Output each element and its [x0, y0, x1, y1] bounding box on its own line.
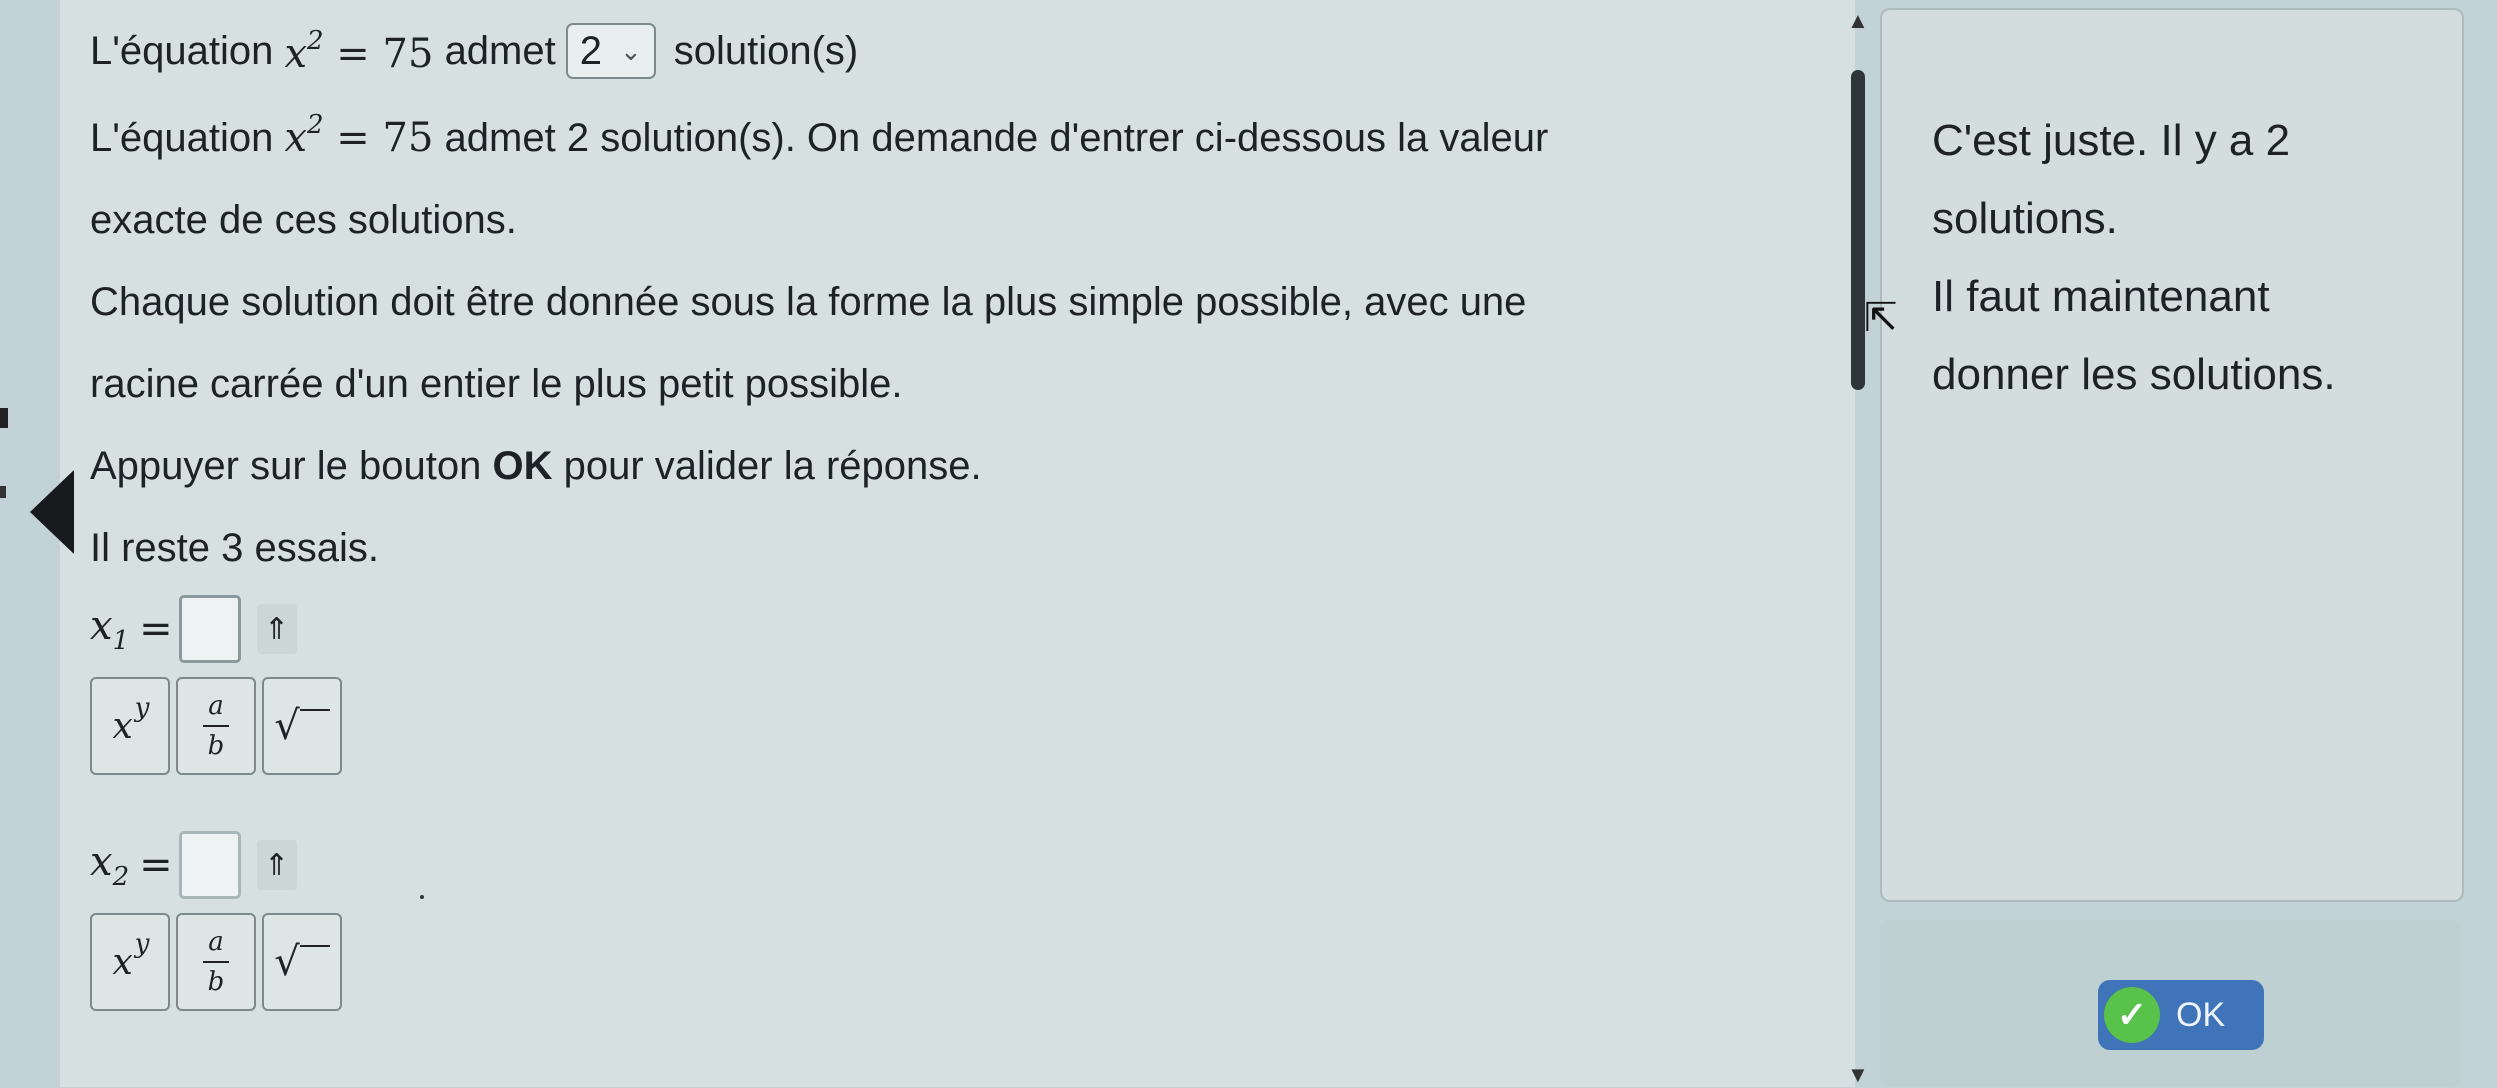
instruction-line: racine carrée d'un entier le plus petit …: [90, 362, 903, 406]
exercise-body: L'équation x2 = 75 admet 2 ⌄ solution(s)…: [90, 18, 1830, 1011]
instructions: L'équation x2 = 75 admet 2 solution(s). …: [90, 84, 1830, 589]
power-button[interactable]: xy: [90, 913, 170, 1011]
math-toolbar-2: xy ab √: [90, 913, 1830, 1011]
ok-button[interactable]: ✓ OK: [2098, 980, 2264, 1050]
instruction-line: exacte de ces solutions.: [90, 198, 517, 242]
toolbar-toggle-icon[interactable]: ⇑: [256, 840, 297, 890]
collapse-arrow-icon[interactable]: [30, 470, 74, 554]
title-equation: x2 = 75: [284, 25, 434, 77]
instruction-line: Chaque solution doit être donnée sous la…: [90, 280, 1527, 324]
power-button[interactable]: xy: [90, 677, 170, 775]
question-title: L'équation x2 = 75 admet 2 ⌄ solution(s): [90, 18, 1830, 84]
check-icon: ✓: [2104, 987, 2160, 1043]
title-mid: admet: [444, 28, 556, 73]
answer-row-1: x1 = ⇑: [90, 589, 1830, 669]
fraction-button[interactable]: ab: [176, 913, 256, 1011]
stray-dot: [420, 895, 424, 899]
answer-label-2: x2: [90, 838, 130, 892]
feedback-panel: C'est juste. Il y a 2 solutions. Il faut…: [1880, 8, 2464, 902]
exercise-panel: L'équation x2 = 75 admet 2 ⌄ solution(s)…: [60, 0, 1855, 1087]
sqrt-button[interactable]: √: [262, 913, 342, 1011]
fraction-button[interactable]: ab: [176, 677, 256, 775]
chevron-down-icon: ⌄: [619, 35, 642, 66]
answer-input-1[interactable]: [178, 595, 241, 663]
feedback-text: C'est juste. Il y a 2 solutions. Il faut…: [1932, 116, 2336, 399]
solution-count-select[interactable]: 2 ⌄: [565, 23, 656, 79]
instruction-line: Appuyer sur le bouton OK pour valider la…: [90, 444, 982, 488]
answer-label-1: x1: [90, 602, 130, 656]
title-suffix: solution(s): [673, 28, 859, 73]
answer-row-2: x2 = ⇑: [90, 825, 1830, 905]
title-prefix: L'équation: [90, 28, 274, 73]
toolbar-toggle-icon[interactable]: ⇑: [256, 604, 297, 654]
scrollbar-thumb[interactable]: [1851, 70, 1865, 390]
scroll-up-icon[interactable]: ▲: [1847, 8, 1869, 34]
scroll-down-icon[interactable]: ▼: [1847, 1062, 1869, 1088]
attempts-remaining: Il reste 3 essais.: [90, 526, 380, 570]
math-toolbar-1: xy ab √: [90, 677, 1830, 775]
side-marker: [0, 486, 6, 498]
sqrt-button[interactable]: √: [262, 677, 342, 775]
side-marker: [0, 408, 8, 428]
answer-input-2[interactable]: [178, 831, 241, 899]
mouse-cursor-icon: ⇱: [1864, 296, 1898, 340]
instruction-line: L'équation x2 = 75 admet 2 solution(s). …: [90, 110, 1549, 161]
